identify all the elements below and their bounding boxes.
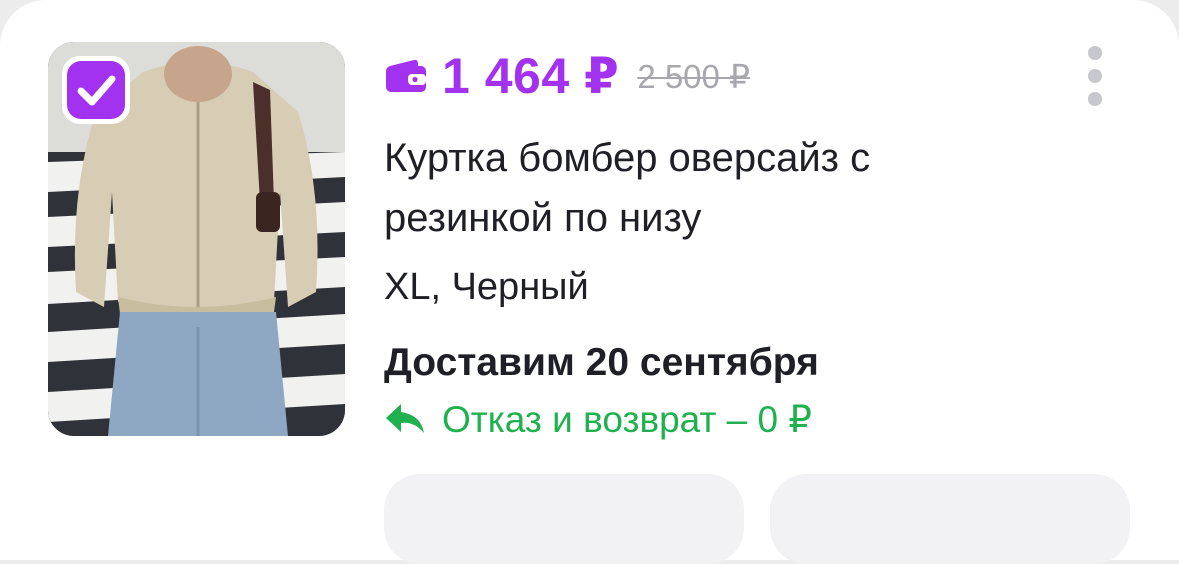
more-vertical-icon xyxy=(1088,46,1102,60)
action-button-right[interactable] xyxy=(770,474,1130,564)
wallet-icon xyxy=(386,59,426,92)
returns-info: Отказ и возврат – 0 ₽ xyxy=(384,394,812,444)
old-price: 2 500 ₽ xyxy=(637,57,751,95)
more-options-button[interactable] xyxy=(1084,44,1106,110)
product-variant: XL, Черный xyxy=(384,266,589,308)
select-checkbox[interactable] xyxy=(62,56,130,124)
return-arrow-icon xyxy=(386,404,424,433)
returns-text: Отказ и возврат – 0 ₽ xyxy=(442,398,812,440)
product-title[interactable]: Куртка бомбер оверсайз с резинкой по низ… xyxy=(384,128,1024,248)
delivery-date: Доставим 20 сентября xyxy=(384,341,819,384)
action-button-left[interactable] xyxy=(384,474,744,564)
checkmark-icon xyxy=(77,75,116,106)
price-row: 1 464 ₽ 2 500 ₽ xyxy=(384,46,750,106)
cart-item-card: 1 464 ₽ 2 500 ₽ Куртка бомбер оверсайз с… xyxy=(0,0,1179,564)
current-price: 1 464 ₽ xyxy=(442,48,620,104)
